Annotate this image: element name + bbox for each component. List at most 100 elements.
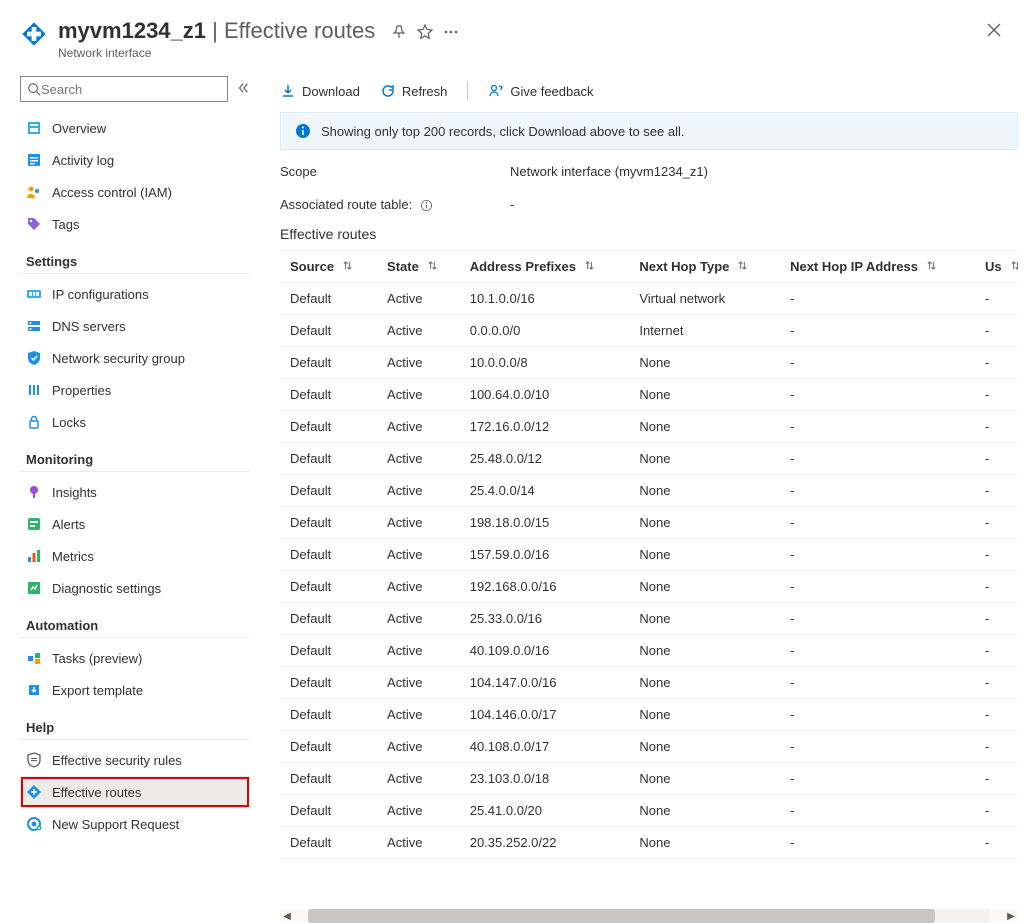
sidebar-item-locks[interactable]: Locks [20,406,250,438]
table-row[interactable]: Default Active 10.0.0.0/8 None - - [280,347,1018,379]
cell-source: Default [280,443,377,475]
table-row[interactable]: Default Active 25.4.0.0/14 None - - [280,475,1018,507]
sort-icon[interactable] [926,262,937,274]
table-row[interactable]: Default Active 172.16.0.0/12 None - - [280,411,1018,443]
cell-nexthop: None [629,699,780,731]
sidebar-group-settings: Settings [20,254,250,274]
cell-source: Default [280,699,377,731]
scroll-track[interactable] [308,909,990,923]
sidebar-item-label: IP configurations [52,287,149,302]
table-row[interactable]: Default Active 10.1.0.0/16 Virtual netwo… [280,283,1018,315]
cell-source: Default [280,539,377,571]
scroll-right-arrow[interactable]: ▶ [1004,911,1018,922]
scroll-thumb[interactable] [308,909,935,923]
sort-icon[interactable] [1010,262,1018,274]
sidebar-item-dns-servers[interactable]: DNS servers [20,310,250,342]
sidebar-item-diagnostic-settings[interactable]: Diagnostic settings [20,572,250,604]
cell-state: Active [377,827,460,859]
cell-ip: - [780,475,975,507]
cell-prefix: 10.0.0.0/8 [460,347,630,379]
table-row[interactable]: Default Active 40.109.0.0/16 None - - [280,635,1018,667]
refresh-button[interactable]: Refresh [380,83,448,99]
column-header-address-prefixes[interactable]: Address Prefixes [460,251,630,283]
sort-icon[interactable] [584,262,595,274]
sort-icon[interactable] [342,262,353,274]
sidebar-item-properties[interactable]: Properties [20,374,250,406]
table-row[interactable]: Default Active 25.33.0.0/16 None - - [280,603,1018,635]
sidebar-item-metrics[interactable]: Metrics [20,540,250,572]
info-outline-icon[interactable] [420,199,433,212]
column-header-next-hop-ip[interactable]: Next Hop IP Address [780,251,975,283]
sort-icon[interactable] [427,262,438,274]
cell-prefix: 25.48.0.0/12 [460,443,630,475]
pin-icon[interactable] [391,24,407,40]
column-header-next-hop-type[interactable]: Next Hop Type [629,251,780,283]
cell-state: Active [377,475,460,507]
sidebar-item-effective-security-rules[interactable]: Effective security rules [20,744,250,776]
cell-source: Default [280,571,377,603]
info-bar-message: Showing only top 200 records, click Down… [321,124,685,139]
scope-value: Network interface (myvm1234_z1) [510,164,708,179]
sidebar-group-monitoring: Monitoring [20,452,250,472]
sidebar-item-insights[interactable]: Insights [20,476,250,508]
column-header-state[interactable]: State [377,251,460,283]
table-row[interactable]: Default Active 40.108.0.0/17 None - - [280,731,1018,763]
table-row[interactable]: Default Active 157.59.0.0/16 None - - [280,539,1018,571]
table-row[interactable]: Default Active 198.18.0.0/15 None - - [280,507,1018,539]
cell-state: Active [377,795,460,827]
page-name: Effective routes [224,18,375,43]
search-input[interactable] [41,82,221,97]
favorite-icon[interactable] [417,24,433,40]
table-row[interactable]: Default Active 100.64.0.0/10 None - - [280,379,1018,411]
insights-icon [26,484,42,500]
close-button[interactable] [986,22,1002,41]
cell-prefix: 192.168.0.0/16 [460,571,630,603]
column-header-user-defined-partial[interactable]: Us [975,251,1018,283]
cell-state: Active [377,699,460,731]
sidebar-item-export-template[interactable]: Export template [20,674,250,706]
scroll-left-arrow[interactable]: ◀ [280,911,294,922]
cell-source: Default [280,347,377,379]
download-button[interactable]: Download [280,83,360,99]
cell-us: - [975,475,1018,507]
column-header-source[interactable]: Source [280,251,377,283]
sidebar-item-activity-log[interactable]: Activity log [20,144,250,176]
table-row[interactable]: Default Active 104.147.0.0/16 None - - [280,667,1018,699]
cell-nexthop: None [629,347,780,379]
cell-nexthop: None [629,443,780,475]
table-row[interactable]: Default Active 104.146.0.0/17 None - - [280,699,1018,731]
cell-prefix: 40.108.0.0/17 [460,731,630,763]
table-row[interactable]: Default Active 0.0.0.0/0 Internet - - [280,315,1018,347]
sidebar-item-ip-configurations[interactable]: IP configurations [20,278,250,310]
cell-prefix: 0.0.0.0/0 [460,315,630,347]
table-row[interactable]: Default Active 20.35.252.0/22 None - - [280,827,1018,859]
sort-icon[interactable] [737,262,748,274]
cell-ip: - [780,283,975,315]
cell-nexthop: None [629,827,780,859]
cell-ip: - [780,347,975,379]
cell-us: - [975,667,1018,699]
table-row[interactable]: Default Active 25.41.0.0/20 None - - [280,795,1018,827]
cell-us: - [975,731,1018,763]
sidebar-item-tags[interactable]: Tags [20,208,250,240]
sidebar-item-effective-routes[interactable]: Effective routes [20,776,250,808]
horizontal-scrollbar[interactable]: ◀ ▶ [280,909,1018,923]
collapse-sidebar-button[interactable] [236,81,250,98]
cell-ip: - [780,603,975,635]
cell-ip: - [780,699,975,731]
table-row[interactable]: Default Active 23.103.0.0/18 None - - [280,763,1018,795]
table-row[interactable]: Default Active 192.168.0.0/16 None - - [280,571,1018,603]
sidebar-item-label: Metrics [52,549,94,564]
sidebar-search[interactable] [20,76,228,102]
feedback-button[interactable]: Give feedback [488,83,593,99]
sidebar-item-new-support-request[interactable]: New Support Request [20,808,250,840]
more-icon[interactable] [443,24,459,40]
table-row[interactable]: Default Active 25.48.0.0/12 None - - [280,443,1018,475]
sidebar-item-network-security-group[interactable]: Network security group [20,342,250,374]
sidebar-item-overview[interactable]: Overview [20,112,250,144]
sidebar-item-tasks[interactable]: Tasks (preview) [20,642,250,674]
sidebar-item-alerts[interactable]: Alerts [20,508,250,540]
toolbar: Download Refresh Give feedback [280,76,1018,112]
routes-table-wrap[interactable]: SourceStateAddress PrefixesNext Hop Type… [280,250,1018,907]
sidebar-item-access-control[interactable]: Access control (IAM) [20,176,250,208]
